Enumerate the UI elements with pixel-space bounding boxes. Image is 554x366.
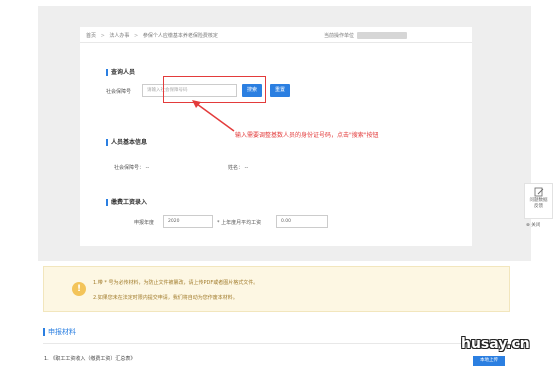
- breadcrumb-home[interactable]: 首页: [86, 33, 96, 39]
- avg-wage-label: * 上年度月平均工资: [217, 220, 262, 226]
- breadcrumb: 首页 > 法人办事 > 参保个人应缴基本养老保险费核定: [86, 32, 221, 39]
- basic-ssn: 社会保障号： --: [114, 164, 149, 171]
- basic-name: 姓名： --: [228, 164, 248, 171]
- watermark: husay.cn: [461, 336, 530, 352]
- annotation-text: 输入需要调整基数人员的身份证号码，点击"搜索"按钮: [235, 132, 379, 139]
- operator-label: 当前操作单位: [324, 33, 355, 39]
- edit-icon: [534, 187, 543, 197]
- basic-info-title: 人员基本信息: [106, 139, 147, 146]
- declare-year-label: 申报年度: [134, 220, 155, 226]
- basic-name-label: 姓名：: [228, 165, 244, 171]
- header-divider: [80, 42, 472, 43]
- declare-year-field[interactable]: 2020: [163, 215, 213, 228]
- ssn-label: 社会保障号: [106, 89, 132, 95]
- warning-icon: !: [72, 282, 86, 296]
- reset-button[interactable]: 重置: [270, 84, 290, 97]
- close-label: 关闭: [531, 223, 541, 228]
- breadcrumb-section[interactable]: 法人办事: [109, 33, 129, 39]
- query-section-title: 查询人员: [106, 69, 135, 76]
- arrow-icon: [192, 100, 235, 132]
- breadcrumb-separator: >: [100, 33, 105, 39]
- basic-ssn-value: --: [145, 165, 150, 171]
- material-item-1: 1. 《职工工资收入（缴费工资）汇总表》: [44, 356, 136, 362]
- operator-unit: 当前操作单位: [324, 32, 408, 39]
- avg-wage-input[interactable]: 0.00: [276, 215, 328, 228]
- local-upload-button[interactable]: 本地上传: [473, 356, 505, 366]
- materials-title: 申报材料: [43, 328, 76, 336]
- wage-section-title: 缴费工资录入: [106, 199, 147, 206]
- notice-box: ! 1.带 * 号为必传材料，为防止文件被篡改，请上传PDF或者图片格式文件。 …: [43, 266, 510, 312]
- notice-line-2: 2.如果您未在法定时限内提交申请，我们将自动为您作废本材料。: [93, 295, 238, 301]
- basic-name-value: --: [244, 165, 249, 171]
- feedback-line2: 反馈: [534, 204, 543, 209]
- basic-ssn-label: 社会保障号：: [114, 165, 145, 171]
- breadcrumb-separator: >: [134, 33, 139, 39]
- close-widget-button[interactable]: ⊗ 关闭: [526, 222, 540, 228]
- materials-divider: [43, 343, 510, 344]
- operator-name-redacted: [357, 32, 408, 39]
- notice-line-1: 1.带 * 号为必传材料，为防止文件被篡改，请上传PDF或者图片格式文件。: [93, 280, 259, 286]
- feedback-widget[interactable]: 问题数据 反馈: [524, 183, 553, 219]
- breadcrumb-current: 参保个人应缴基本养老保险费核定: [142, 33, 218, 39]
